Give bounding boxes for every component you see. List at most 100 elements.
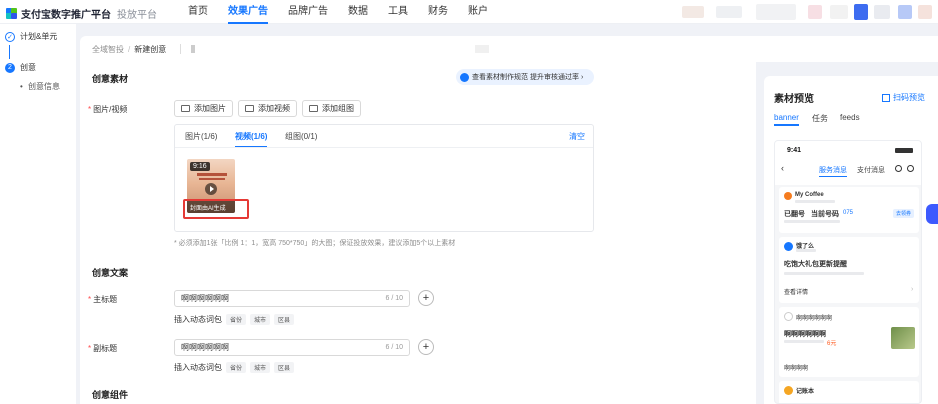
search-icon[interactable] <box>895 165 902 172</box>
char-count: 6 / 10 <box>385 295 403 302</box>
preview-tab-task[interactable]: 任务 <box>812 113 828 124</box>
step-label: 创意 <box>20 63 36 72</box>
nav-home[interactable]: 首页 <box>188 0 208 24</box>
dynamic-words: 插入动态词包 省份 城市 区县 <box>174 362 295 373</box>
blurred-account-area <box>682 6 704 18</box>
play-icon[interactable] <box>205 183 217 195</box>
add-image-group-button[interactable]: 添加组图 <box>302 100 361 117</box>
preview-card-eleme: 饿了么 吃饱大礼包更新提醒 查看详情 › <box>779 237 919 303</box>
nav-data[interactable]: 数据 <box>348 0 368 24</box>
card-link[interactable]: 查看详情 <box>784 287 808 296</box>
video-icon <box>245 105 254 112</box>
preview-title: 素材预览 <box>774 94 814 105</box>
stat-called: 已翻号 <box>784 211 805 218</box>
dynamic-tag-city[interactable]: 城市 <box>250 314 271 325</box>
sidebar-sub-item[interactable]: • 创意信息 <box>20 81 60 92</box>
avatar[interactable] <box>854 4 868 20</box>
section-title-copy: 创意文案 <box>92 268 129 278</box>
main-nav: 首页 效果广告 品牌广告 数据 工具 财务 账户 <box>188 0 508 24</box>
image-icon <box>181 105 190 112</box>
assistant-float-button[interactable] <box>926 204 938 224</box>
tab-images[interactable]: 图片(1/6) <box>185 131 217 146</box>
tip-text: 查看素材制作规范 提升审核通过率 <box>472 74 579 81</box>
check-icon: ✓ <box>5 31 15 42</box>
main-title-label: * 主标题 <box>88 295 118 304</box>
nav-tools[interactable]: 工具 <box>388 0 408 24</box>
nav-performance-ads[interactable]: 效果广告 <box>228 0 268 24</box>
phone-time: 9:41 <box>787 147 802 154</box>
nav-finance[interactable]: 财务 <box>428 0 448 24</box>
add-subtitle-button[interactable]: + <box>418 339 434 355</box>
preview-tab-banner[interactable]: banner <box>774 113 799 126</box>
blurred-text <box>475 45 490 53</box>
card-head: 啊啊啊啊啊啊 <box>796 316 833 322</box>
blurred-account-area <box>874 5 890 19</box>
add-main-title-button[interactable]: + <box>418 290 434 306</box>
dynamic-tag-province[interactable]: 省份 <box>226 314 247 325</box>
step-sidebar: ✓ 计划&单元 2 创意 • 创意信息 <box>0 24 76 404</box>
dynamic-tag-district[interactable]: 区县 <box>274 314 295 325</box>
ledger-logo-icon <box>784 386 793 395</box>
highlight-box <box>183 199 249 219</box>
phone-tab-service[interactable]: 服务消息 <box>819 165 847 177</box>
material-spec-link[interactable]: 查看素材制作规范 提升审核通过率 › <box>456 69 594 85</box>
signal-battery-icon <box>895 148 913 153</box>
main-title-input[interactable]: 啊啊啊啊啊啊 6 / 10 <box>174 290 410 307</box>
card-title: 啊啊啊啊啊啊 <box>784 331 826 338</box>
scan-preview-button[interactable]: 扫码预览 <box>882 92 925 103</box>
stat-number: 075 <box>843 210 854 216</box>
subtitle-input[interactable]: 啊啊啊啊啊啊 6 / 10 <box>174 339 410 356</box>
tab-underline <box>175 147 593 148</box>
bullet-icon: • <box>20 82 23 91</box>
step-label: 计划&单元 <box>20 32 58 41</box>
card-brand: 记账本 <box>796 389 815 395</box>
subtitle-label: * 副标题 <box>88 344 118 353</box>
blurred-text <box>191 45 196 53</box>
preview-card-ledger: 记账本 <box>779 381 919 403</box>
blurred-account-area <box>716 6 742 18</box>
brand-logo[interactable]: 支付宝数字推广平台 投放平台 <box>6 6 157 21</box>
nav-brand-ads[interactable]: 品牌广告 <box>288 0 328 24</box>
preview-tab-feeds[interactable]: feeds <box>840 113 860 122</box>
card-image <box>891 327 915 349</box>
tab-videos[interactable]: 视频(1/6) <box>235 131 268 148</box>
breadcrumb-separator: / <box>128 44 131 54</box>
required-mark: * <box>88 105 92 114</box>
card-brand: My Coffee <box>795 192 824 198</box>
blurred-account-area <box>808 5 822 19</box>
chevron-right-icon: › <box>580 73 584 81</box>
blurred-account-area <box>918 5 932 19</box>
gear-icon[interactable] <box>907 165 914 172</box>
coffee-logo-icon <box>784 192 792 200</box>
tab-image-groups[interactable]: 组图(0/1) <box>285 131 317 146</box>
add-image-button[interactable]: 添加图片 <box>174 100 233 117</box>
breadcrumb-current: 新建创意 <box>134 44 167 54</box>
card-price: 6元 <box>827 341 837 347</box>
creative-form: 创意素材 查看素材制作规范 提升审核通过率 › * 图片/视频 添加图片 添加视频… <box>80 62 756 404</box>
section-title-component: 创意组件 <box>92 390 129 400</box>
dynamic-tag-province[interactable]: 省份 <box>226 362 247 373</box>
preview-card-custom: 啊啊啊啊啊啊 啊啊啊啊啊啊 6元 啊啊啊啊 <box>779 307 919 377</box>
step-plan-unit[interactable]: ✓ 计划&单元 <box>5 31 57 42</box>
dynamic-tag-city[interactable]: 城市 <box>250 362 271 373</box>
breadcrumb-root[interactable]: 全域智投 <box>92 44 124 55</box>
media-label: * 图片/视频 <box>88 105 128 114</box>
alipay-logo-icon <box>6 8 17 19</box>
required-mark: * <box>88 295 92 304</box>
step-creative[interactable]: 2 创意 <box>5 62 36 73</box>
add-video-button[interactable]: 添加视频 <box>238 100 297 117</box>
card-title: 吃饱大礼包更新提醒 <box>784 261 847 268</box>
breadcrumb: 全域智投 / 新建创意 <box>80 36 938 62</box>
lightbulb-icon <box>460 72 469 82</box>
nav-account[interactable]: 账户 <box>468 0 488 24</box>
blurred-text <box>795 200 835 203</box>
dynamic-tag-district[interactable]: 区县 <box>274 362 295 373</box>
card-foot: 啊啊啊啊 <box>784 366 809 372</box>
blurred-account-area <box>830 5 848 19</box>
clear-button[interactable]: 清空 <box>569 131 585 146</box>
eleme-logo-icon <box>784 242 793 251</box>
back-icon[interactable]: ‹ <box>781 163 784 173</box>
phone-tab-payment[interactable]: 支付消息 <box>857 165 885 175</box>
preview-panel: 素材预览 扫码预览 banner 任务 feeds 9:41 ‹ 服务消息 支付… <box>764 76 938 404</box>
card-tag[interactable]: 去领券 <box>893 209 915 218</box>
